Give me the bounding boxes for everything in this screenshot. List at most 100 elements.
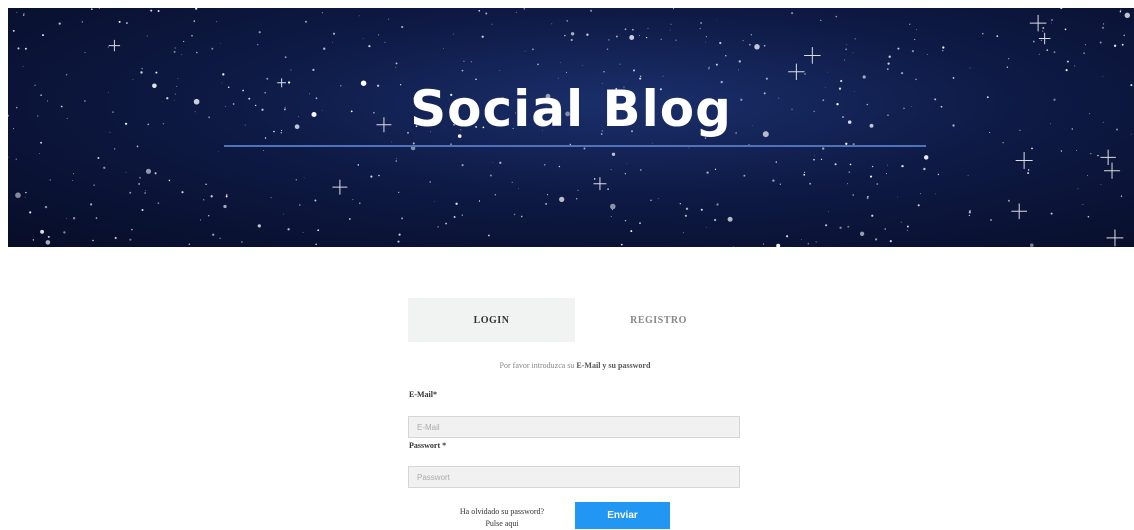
star (906, 225, 909, 228)
tab-login[interactable]: LOGIN (408, 298, 575, 342)
star (463, 60, 465, 62)
star (205, 183, 207, 186)
star (606, 48, 609, 50)
star (537, 63, 539, 66)
star (136, 145, 139, 148)
star (886, 68, 889, 70)
star (825, 224, 828, 227)
star (859, 231, 865, 236)
star (118, 20, 121, 23)
password-label: Passwort * (409, 441, 447, 450)
star (12, 30, 15, 32)
star (1042, 26, 1045, 30)
star (847, 183, 848, 185)
star (915, 29, 917, 30)
header-banner: Social Blog (8, 8, 1134, 247)
star (1082, 204, 1084, 205)
star (155, 71, 158, 74)
star (1053, 51, 1056, 54)
star (727, 216, 733, 222)
star (220, 43, 221, 45)
star (332, 32, 336, 35)
star (129, 191, 132, 194)
star (396, 158, 397, 160)
star (716, 203, 719, 206)
star (290, 69, 292, 71)
star (181, 54, 182, 56)
star (216, 21, 218, 23)
star (809, 182, 812, 185)
star (917, 204, 920, 207)
star (914, 38, 916, 41)
star (688, 147, 690, 149)
star (849, 163, 852, 166)
star (900, 221, 902, 223)
star (866, 197, 869, 200)
star (49, 179, 51, 181)
submit-button[interactable]: Enviar (575, 502, 670, 529)
tab-registro[interactable]: REGISTRO (575, 298, 742, 342)
star (708, 66, 710, 68)
star (303, 177, 305, 179)
star (750, 34, 753, 36)
star (762, 243, 765, 245)
star (967, 175, 969, 177)
star (700, 22, 702, 24)
star (16, 11, 18, 13)
star (684, 214, 687, 217)
star (1084, 44, 1086, 46)
star (1120, 195, 1123, 197)
star (1029, 243, 1034, 247)
star (489, 174, 492, 177)
star (919, 193, 922, 195)
star (990, 219, 992, 221)
sparkle-star (1015, 152, 1033, 170)
star (923, 167, 926, 171)
star (590, 9, 593, 12)
star (632, 28, 634, 31)
star (195, 8, 198, 10)
star (639, 75, 642, 78)
star (791, 12, 794, 15)
star (611, 209, 613, 211)
star (834, 163, 837, 166)
star (90, 8, 93, 11)
star (557, 77, 559, 79)
star (429, 181, 432, 183)
sparkle-star (593, 177, 607, 191)
star (807, 242, 810, 245)
star (1050, 212, 1053, 215)
star (211, 47, 214, 50)
star (92, 239, 94, 242)
star (652, 143, 653, 144)
star (871, 214, 874, 217)
star (1027, 172, 1030, 175)
star (716, 19, 717, 21)
sparkle-star (108, 39, 121, 52)
star (89, 203, 93, 206)
star (24, 196, 26, 198)
star (705, 41, 706, 43)
star (1087, 215, 1090, 218)
star (177, 78, 179, 80)
star (23, 13, 25, 15)
password-field[interactable] (408, 466, 740, 488)
star (63, 231, 66, 234)
sparkle-star (1103, 162, 1121, 179)
star (610, 169, 612, 171)
star (485, 12, 488, 15)
star (1074, 65, 1076, 67)
forgot-password-link[interactable]: Pulse aqui (447, 518, 557, 530)
star (181, 191, 184, 194)
star (706, 226, 707, 228)
star (520, 215, 523, 218)
star (775, 161, 778, 163)
star (610, 216, 612, 218)
email-field[interactable] (408, 416, 740, 438)
star (511, 181, 513, 183)
star (298, 204, 301, 206)
star (15, 158, 17, 160)
star (1042, 30, 1044, 32)
star (378, 34, 380, 36)
star (887, 164, 889, 166)
